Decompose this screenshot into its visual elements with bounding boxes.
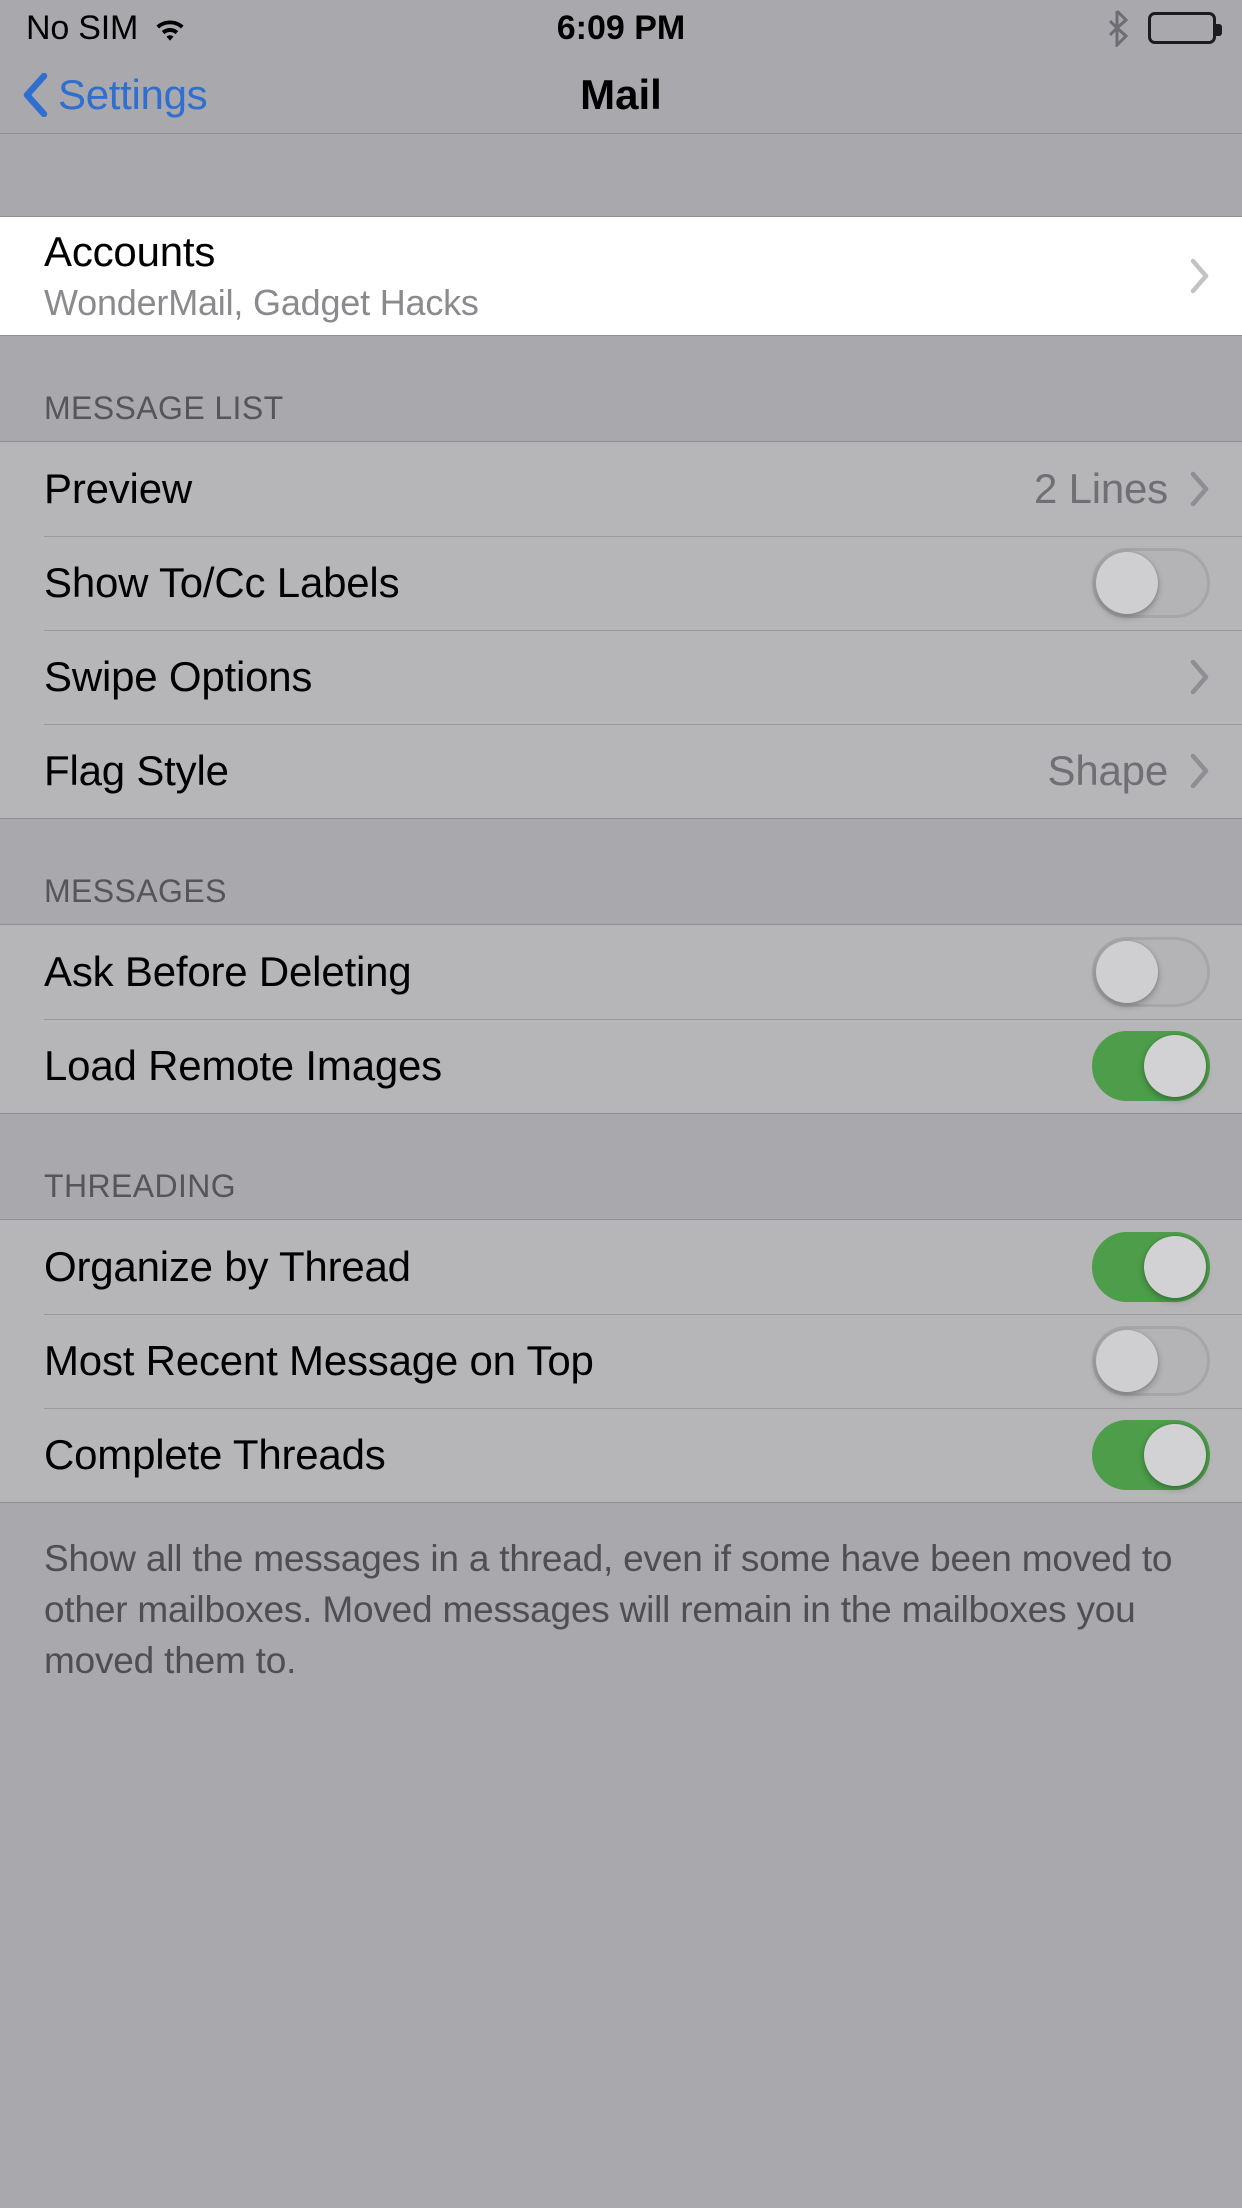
settings-row-label: Organize by Thread [44,1243,411,1290]
settings-row-label: Ask Before Deleting [44,948,412,995]
settings-row-organize-by-thread[interactable]: Organize by Thread [0,1220,1242,1314]
bluetooth-icon [1106,9,1130,47]
chevron-left-icon [22,72,48,117]
settings-row-label: Most Recent Message on Top [44,1337,594,1384]
chevron-right-icon [1190,471,1210,507]
message-list-group: Preview 2 Lines Show To/Cc Labels Swipe … [0,442,1242,819]
settings-row-preview[interactable]: Preview 2 Lines [0,442,1242,536]
section-header-label: MESSAGES [44,873,227,909]
toggle-knob [1096,941,1158,1003]
status-bar-left: No SIM [26,11,188,45]
settings-row-flag-style[interactable]: Flag Style Shape [0,724,1242,818]
threading-group: Organize by Thread Most Recent Message o… [0,1220,1242,1503]
messages-group: Ask Before Deleting Load Remote Images [0,925,1242,1114]
wifi-icon [152,14,188,42]
toggle-most-recent-message-on-top[interactable] [1092,1326,1210,1396]
toggle-knob [1144,1035,1206,1097]
accounts-group: Accounts WonderMail, Gadget Hacks [0,217,1242,336]
settings-row-value: Shape [1047,747,1169,794]
preview-accessory: 2 Lines [1034,465,1210,513]
toggle-knob [1096,1330,1158,1392]
settings-row-complete-threads[interactable]: Complete Threads [0,1408,1242,1502]
toggle-load-remote-images[interactable] [1092,1031,1210,1101]
toggle-organize-by-thread[interactable] [1092,1232,1210,1302]
flag-style-accessory: Shape [1048,747,1210,795]
chevron-right-icon [1190,753,1210,789]
swipe-options-accessory [1168,659,1210,695]
settings-row-load-remote-images[interactable]: Load Remote Images [0,1019,1242,1113]
battery-icon [1148,12,1222,44]
settings-row-value: 2 Lines [1033,465,1168,512]
settings-row-swipe-options[interactable]: Swipe Options [0,630,1242,724]
settings-row-most-recent-message-on-top[interactable]: Most Recent Message on Top [0,1314,1242,1408]
back-button[interactable]: Settings [0,70,208,119]
section-header-label: MESSAGE LIST [44,390,284,426]
navigation-bar: Settings Mail [0,56,1242,134]
load-remote-images-accessory [1092,1031,1210,1101]
chevron-right-icon [1190,258,1210,294]
toggle-knob [1144,1236,1206,1298]
show-to-cc-accessory [1092,548,1210,618]
toggle-show-to-cc-labels[interactable] [1092,548,1210,618]
settings-list: Accounts WonderMail, Gadget Hacks MESSAG… [0,134,1242,1687]
section-header-label: THREADING [44,1168,237,1204]
most-recent-message-on-top-accessory [1092,1326,1210,1396]
settings-row-label: Load Remote Images [44,1042,442,1089]
settings-row-ask-before-deleting[interactable]: Ask Before Deleting [0,925,1242,1019]
accounts-accessory [1190,258,1210,294]
threading-footer-text: Show all the messages in a thread, even … [44,1538,1173,1682]
section-header-messages: MESSAGES [0,819,1242,925]
back-button-label: Settings [58,70,208,118]
settings-row-label: Swipe Options [44,653,313,700]
complete-threads-accessory [1092,1420,1210,1490]
settings-row-label: Show To/Cc Labels [44,559,400,606]
settings-row-label: Accounts [44,228,216,275]
accounts-text-stack: Accounts WonderMail, Gadget Hacks [44,228,479,324]
status-bar-right [1106,9,1222,47]
section-header-threading: THREADING [0,1114,1242,1220]
settings-row-label: Complete Threads [44,1431,386,1478]
threading-footer: Show all the messages in a thread, even … [0,1503,1242,1687]
chevron-right-icon [1190,659,1210,695]
carrier-label: No SIM [26,9,139,47]
ask-before-deleting-accessory [1092,937,1210,1007]
status-bar: No SIM 6:09 PM [0,0,1242,56]
organize-by-thread-accessory [1092,1232,1210,1302]
toggle-complete-threads[interactable] [1092,1420,1210,1490]
settings-row-label: Flag Style [44,747,229,794]
list-top-spacer [0,134,1242,217]
settings-row-label: Preview [44,465,192,512]
toggle-ask-before-deleting[interactable] [1092,937,1210,1007]
settings-row-accounts[interactable]: Accounts WonderMail, Gadget Hacks [0,217,1242,335]
settings-row-show-to-cc-labels[interactable]: Show To/Cc Labels [0,536,1242,630]
toggle-knob [1144,1424,1206,1486]
settings-row-sublabel: WonderMail, Gadget Hacks [44,282,479,323]
ios-settings-mail-screen: No SIM 6:09 PM Settings Mail Accounts Wo… [0,0,1242,2208]
toggle-knob [1096,552,1158,614]
section-header-message-list: MESSAGE LIST [0,336,1242,442]
